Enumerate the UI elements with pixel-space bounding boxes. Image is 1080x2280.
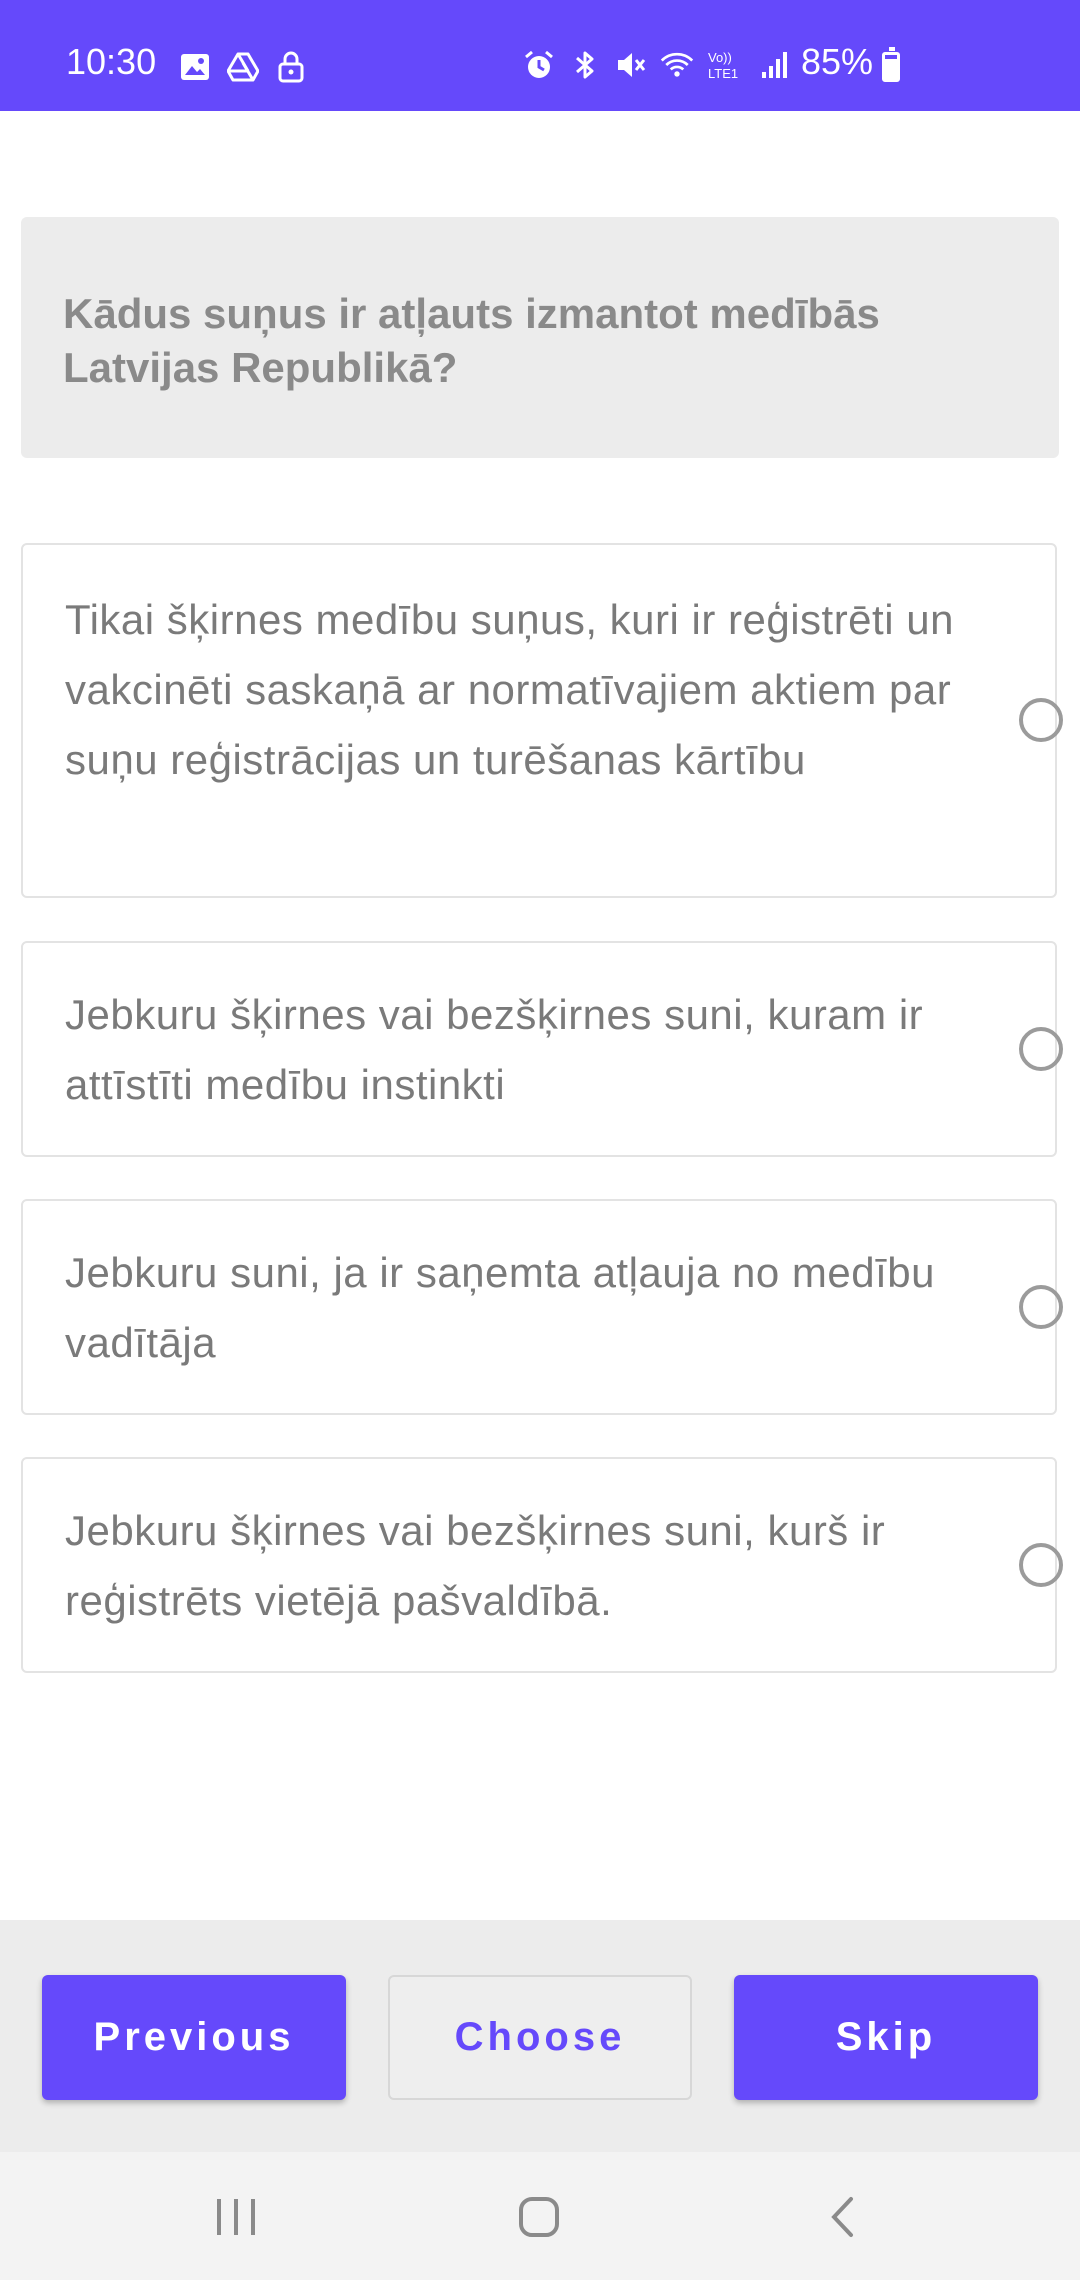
option-text: Jebkuru suni, ja ir saņemta atļauja no m… — [65, 1249, 935, 1366]
answer-option-3[interactable]: Jebkuru suni, ja ir saņemta atļauja no m… — [21, 1199, 1063, 1415]
option-text: Jebkuru šķirnes vai bezšķirnes suni, kur… — [65, 991, 924, 1108]
battery-fill — [885, 58, 897, 79]
battery-charging-icon — [882, 47, 900, 82]
bluetooth-icon — [568, 48, 602, 82]
question-text: Kādus suņus ir atļauts izmantot medībās … — [63, 290, 880, 391]
bottom-action-bar: Previous Choose Skip — [0, 1920, 1080, 2152]
option-text: Tikai šķirnes medību suņus, kuri ir reģi… — [65, 596, 954, 783]
answer-option-1[interactable]: Tikai šķirnes medību suņus, kuri ir reģi… — [21, 543, 1063, 898]
back-icon[interactable] — [812, 2192, 872, 2242]
radio-button[interactable] — [1019, 1285, 1063, 1329]
signal-icon — [758, 48, 792, 82]
choose-button[interactable]: Choose — [388, 1975, 692, 2100]
wifi-icon — [660, 48, 694, 82]
svg-text:LTE1: LTE1 — [708, 66, 738, 81]
previous-button[interactable]: Previous — [42, 1975, 346, 2100]
alarm-icon — [522, 48, 556, 82]
radio-button[interactable] — [1019, 698, 1063, 742]
question-card: Kādus suņus ir atļauts izmantot medībās … — [21, 217, 1059, 458]
system-nav-bar — [0, 2152, 1080, 2280]
option-text: Jebkuru šķirnes vai bezšķirnes suni, kur… — [65, 1507, 886, 1624]
volte-icon: Vo)) LTE1 — [706, 48, 746, 82]
svg-text:Vo)): Vo)) — [708, 50, 732, 65]
status-right-icons: Vo)) LTE1 — [522, 48, 792, 82]
radio-button[interactable] — [1019, 1543, 1063, 1587]
home-icon[interactable] — [509, 2192, 569, 2242]
drive-icon — [226, 50, 260, 84]
recent-apps-icon[interactable] — [206, 2192, 266, 2242]
mute-icon — [614, 48, 648, 82]
answer-option-4[interactable]: Jebkuru šķirnes vai bezšķirnes suni, kur… — [21, 1457, 1063, 1673]
image-icon — [178, 50, 212, 84]
battery-percent: 85% — [801, 41, 874, 82]
lock-icon — [274, 50, 308, 84]
status-bar: 10:30 Vo)) LTE1 85% — [0, 0, 1080, 111]
radio-button[interactable] — [1019, 1027, 1063, 1071]
answer-option-2[interactable]: Jebkuru šķirnes vai bezšķirnes suni, kur… — [21, 941, 1063, 1157]
skip-button[interactable]: Skip — [734, 1975, 1038, 2100]
status-left-icons — [178, 50, 308, 84]
status-time: 10:30 — [66, 41, 157, 82]
